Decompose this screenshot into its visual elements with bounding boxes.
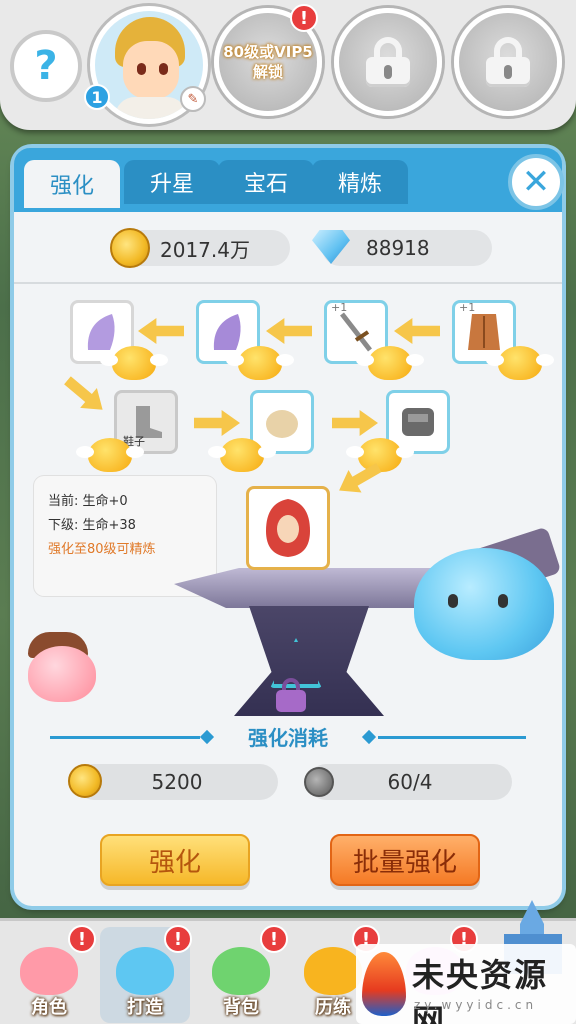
chick-mascot-icon (356, 346, 424, 380)
unlock-requirement-text: 80级或VIP5 解锁 (223, 43, 313, 81)
next-stat-text: 下级: 生命+38 (48, 518, 136, 533)
close-icon: ✕ (521, 162, 551, 202)
watermark-title: 未央资源网 (412, 956, 549, 1024)
current-stat-text: 当前: 生命+0 (48, 494, 128, 509)
locked-slot[interactable] (334, 8, 442, 116)
stone-cost-value: 60/4 (387, 770, 433, 794)
bracer-icon (87, 314, 115, 350)
pink-slime-mascot (28, 646, 96, 702)
cost-divider-left (50, 736, 200, 739)
yellow-slime-icon (304, 947, 362, 995)
avatar-face (123, 41, 179, 99)
nav-label: 打造 (127, 997, 163, 1018)
arrow-down-right-icon (59, 370, 111, 419)
lock-icon (366, 37, 410, 87)
cost-title: 强化消耗 (248, 726, 328, 750)
arrow-right-icon (332, 410, 378, 436)
arrow-left-icon (394, 318, 440, 344)
close-button[interactable]: ✕ (508, 154, 564, 210)
divider (14, 282, 562, 284)
locked-slot[interactable] (454, 8, 562, 116)
cap-icon (266, 410, 298, 438)
chick-mascot-icon (486, 346, 554, 380)
alert-badge: ! (68, 925, 96, 953)
arrow-left-icon (138, 318, 184, 344)
gold-amount: 2017.4万 (160, 237, 250, 262)
chick-mascot-icon (346, 438, 414, 472)
top-bar: ? 1 ✎ 80级或VIP5 解锁 ! (0, 0, 576, 130)
help-button[interactable]: ? (10, 30, 82, 102)
blue-slime-icon (116, 947, 174, 995)
nav-label: 背包 (223, 997, 259, 1018)
bracer-icon (213, 314, 241, 350)
alert-badge: ! (164, 925, 192, 953)
edit-pencil-icon[interactable]: ✎ (180, 86, 206, 112)
gold-cost: 5200 (76, 764, 278, 800)
refine-hint-text: 强化至80级可精炼 (48, 542, 156, 557)
plus-one-label: +1 (331, 301, 348, 314)
green-slime-icon (212, 947, 270, 995)
padlock-icon (276, 678, 306, 712)
arrow-right-icon (194, 410, 240, 436)
divider-diamond (199, 729, 215, 745)
arrow-left-icon (266, 318, 312, 344)
help-icon: ? (34, 43, 58, 89)
tab-gem[interactable]: 宝石 (218, 160, 314, 204)
chick-mascot-icon (100, 346, 168, 380)
avatar-eye (159, 63, 168, 75)
alert-badge: ! (290, 4, 318, 32)
chick-mascot-icon (208, 438, 276, 472)
tab-refine[interactable]: 精炼 (312, 160, 408, 204)
batch-enhance-button[interactable]: 批量强化 (330, 834, 480, 886)
blue-slime-mascot (414, 548, 554, 660)
nav-label: 角色 (31, 997, 67, 1018)
player-level-badge: 1 (84, 84, 110, 110)
cost-divider-right (378, 736, 526, 739)
enhance-stone-icon (304, 767, 334, 797)
selected-item-hood[interactable] (246, 486, 330, 570)
forge-panel: 强化 升星 宝石 精炼 ✕ 2017.4万 88918 +1 +1 鞋子 当前:… (14, 148, 564, 906)
diamond-display: 88918 (322, 230, 492, 266)
alert-badge: ! (260, 925, 288, 953)
divider-diamond (361, 729, 377, 745)
tab-enhance[interactable]: 强化 (24, 160, 120, 208)
gauntlet-icon (402, 408, 434, 436)
sword-icon (340, 312, 372, 352)
hood-icon (266, 499, 310, 557)
site-watermark: 未央资源网 zy.wyyidc.cn (356, 944, 576, 1024)
pink-slime-icon (20, 947, 78, 995)
watermark-url: zy.wyyidc.cn (414, 998, 538, 1012)
chick-mascot-icon (226, 346, 294, 380)
avatar-eye (137, 63, 146, 75)
enhance-button[interactable]: 强化 (100, 834, 250, 886)
diamond-amount: 88918 (366, 236, 430, 260)
gold-cost-value: 5200 (151, 770, 203, 794)
leather-armor-icon (468, 314, 500, 350)
gold-coin-icon (110, 228, 150, 268)
lock-icon (486, 37, 530, 87)
plus-one-label: +1 (459, 301, 476, 314)
chick-mascot-icon (76, 438, 144, 472)
stone-cost: 60/4 (308, 764, 512, 800)
gold-coin-icon (68, 764, 102, 798)
avatar-body (115, 97, 187, 119)
tab-star-up[interactable]: 升星 (124, 160, 220, 204)
flame-logo-icon (362, 952, 406, 1016)
